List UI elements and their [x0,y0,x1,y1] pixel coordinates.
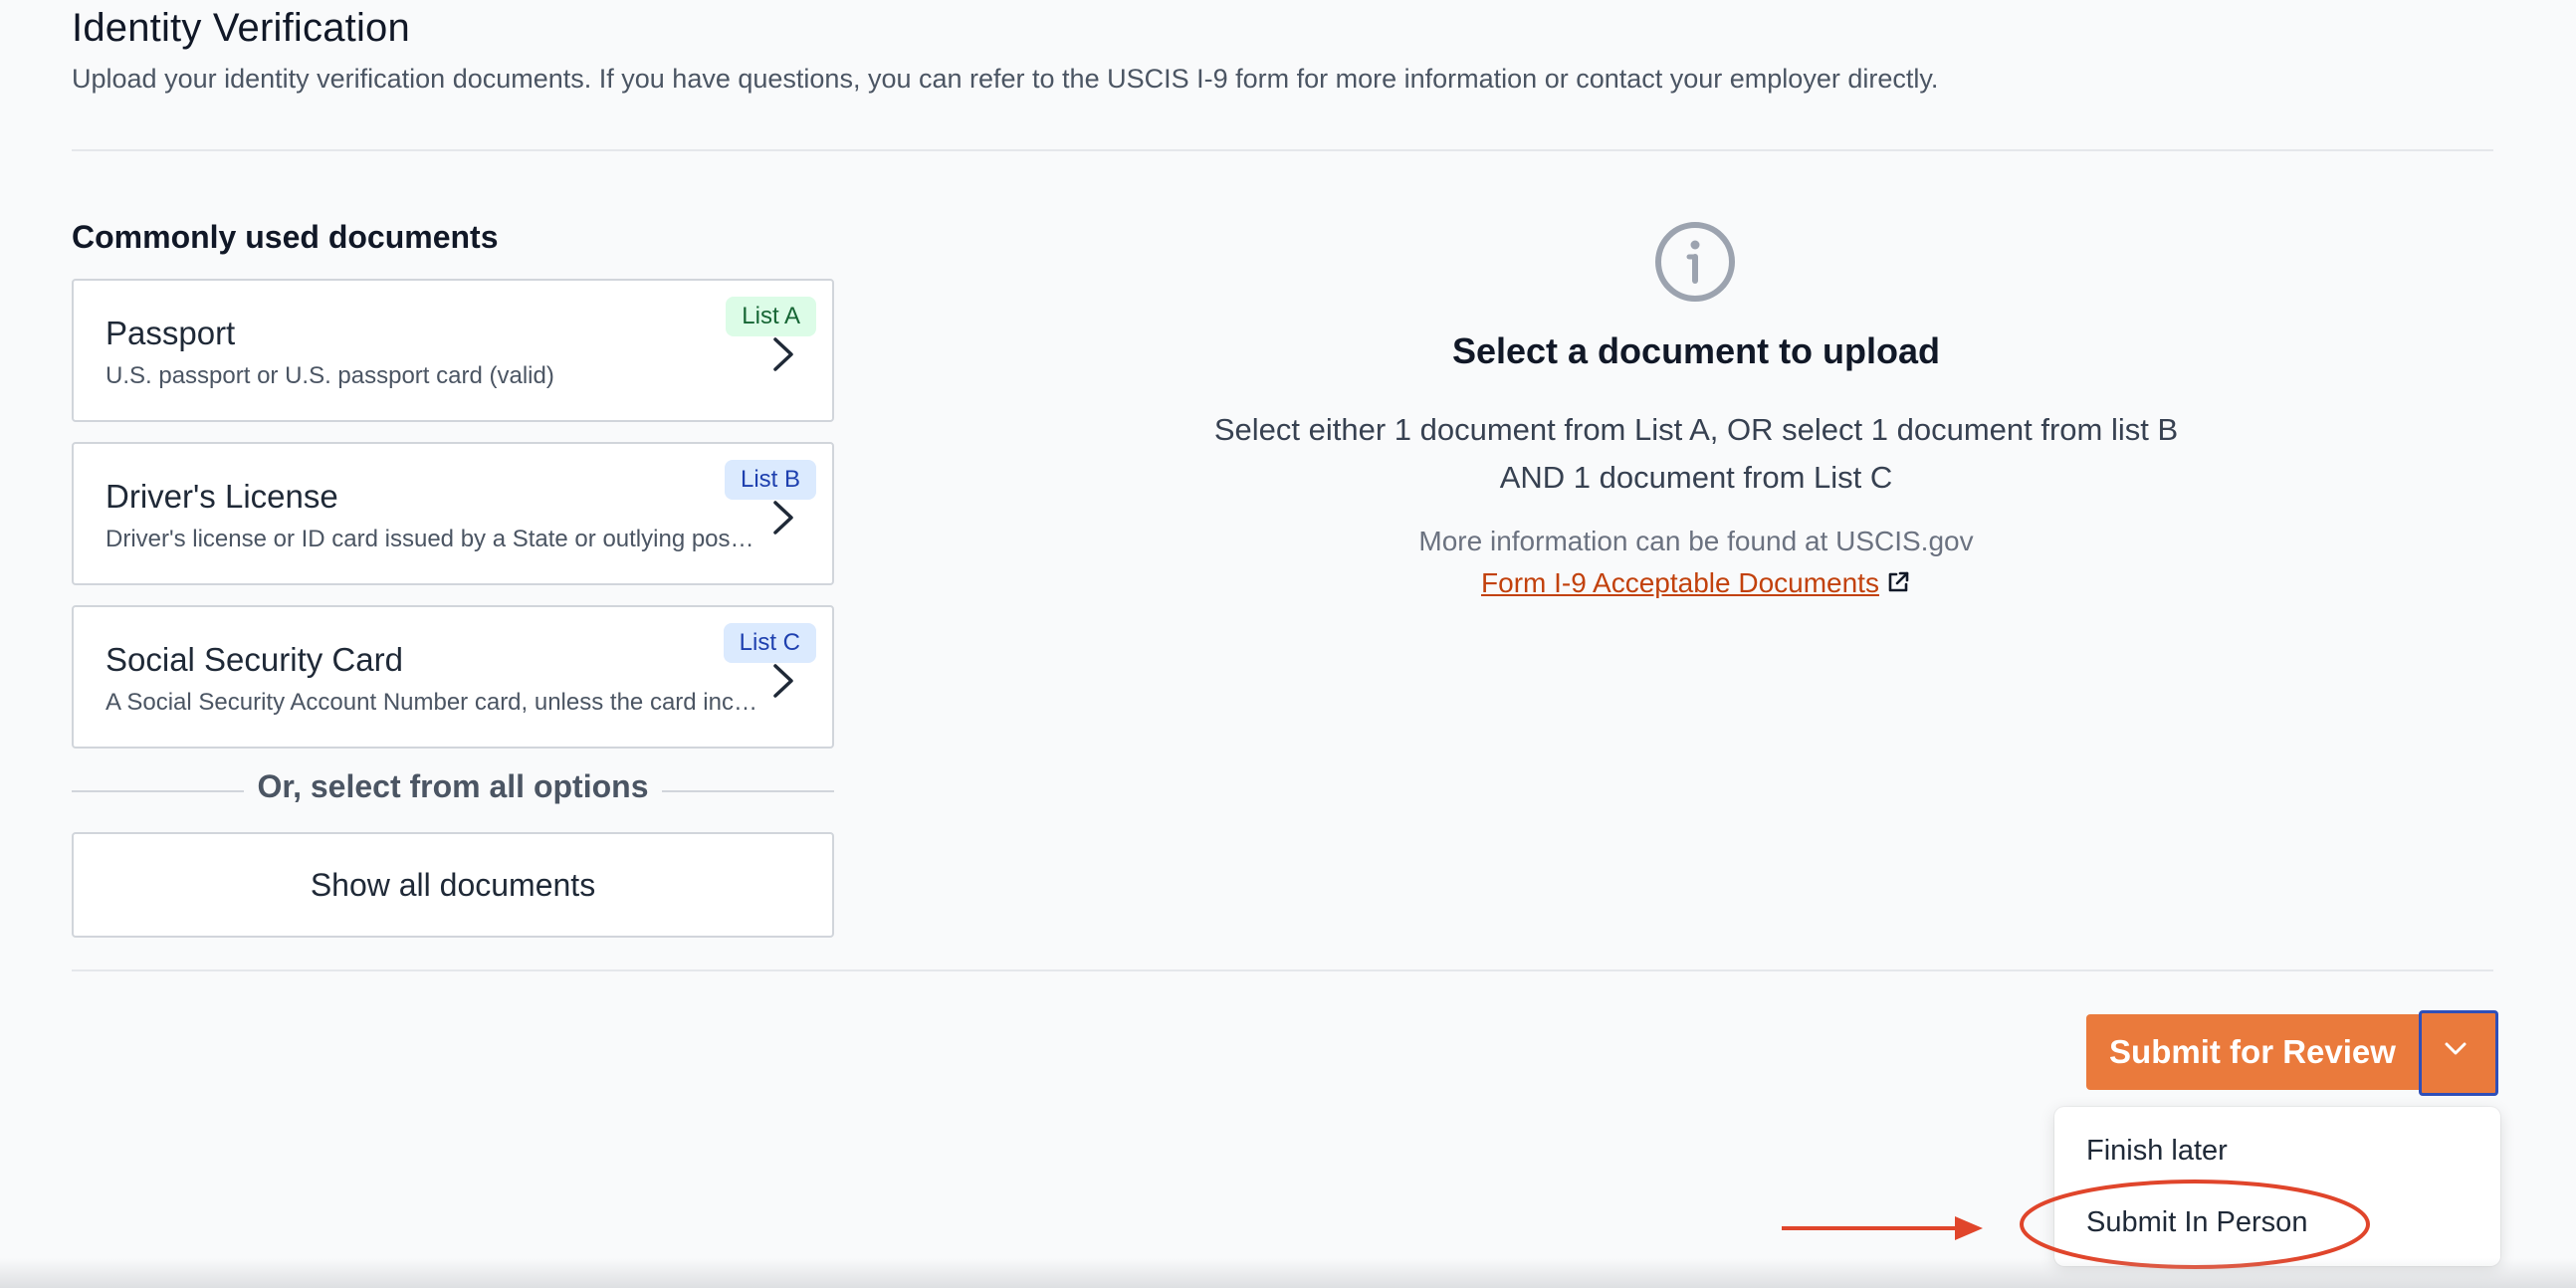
submit-for-review-button[interactable]: Submit for Review [2086,1014,2419,1090]
list-badge: List A [726,297,816,336]
document-card-passport[interactable]: Passport U.S. passport or U.S. passport … [72,279,834,422]
bottom-fade [0,1258,2576,1288]
chevron-right-icon [773,664,793,698]
menu-item-finish-later[interactable]: Finish later [2086,1135,2228,1168]
document-description: Driver's license or ID card issued by a … [106,526,762,552]
info-icon [1655,222,1735,302]
list-badge: List B [724,460,816,500]
document-card-drivers-license[interactable]: Driver's License Driver's license or ID … [72,442,834,585]
annotation-arrow-icon [1782,1216,1983,1240]
upload-instructions-line-2: AND 1 document from List C [1499,460,1893,495]
show-all-documents-button[interactable]: Show all documents [72,832,834,938]
upload-instructions-line-1: Select either 1 document from List A, OR… [1213,412,2179,447]
document-description: A Social Security Account Number card, u… [106,689,762,716]
upload-title: Select a document to upload [1451,330,1941,371]
form-i9-link-text: Form I-9 Acceptable Documents [1481,567,1879,598]
page-description: Upload your identity verification docume… [72,64,1939,94]
document-title: Social Security Card [106,641,403,678]
submit-options-toggle[interactable] [2419,1010,2498,1096]
section-title: Commonly used documents [72,219,499,255]
upload-instructions: Select either 1 document from List A, OR… [1095,406,2297,502]
form-i9-link[interactable]: Form I-9 Acceptable Documents [1481,567,1879,598]
header-divider [72,149,2493,151]
page-title: Identity Verification [72,6,410,50]
or-divider-text: Or, select from all options [243,768,663,804]
or-divider: Or, select from all options [72,768,834,812]
footer-divider [72,969,2493,971]
document-description: U.S. passport or U.S. passport card (val… [106,362,554,389]
document-card-social-security[interactable]: Social Security Card A Social Security A… [72,605,834,749]
external-link-icon [1888,571,1909,592]
form-link-container: Form I-9 Acceptable Documents [1095,567,2297,599]
chevron-right-icon [773,501,793,535]
more-info-text: More information can be found at USCIS.g… [1418,526,1974,556]
chevron-down-icon [2445,1042,2467,1055]
document-title: Driver's License [106,478,338,515]
list-badge: List C [723,623,816,663]
chevron-right-icon [773,337,793,371]
document-title: Passport [106,315,236,351]
